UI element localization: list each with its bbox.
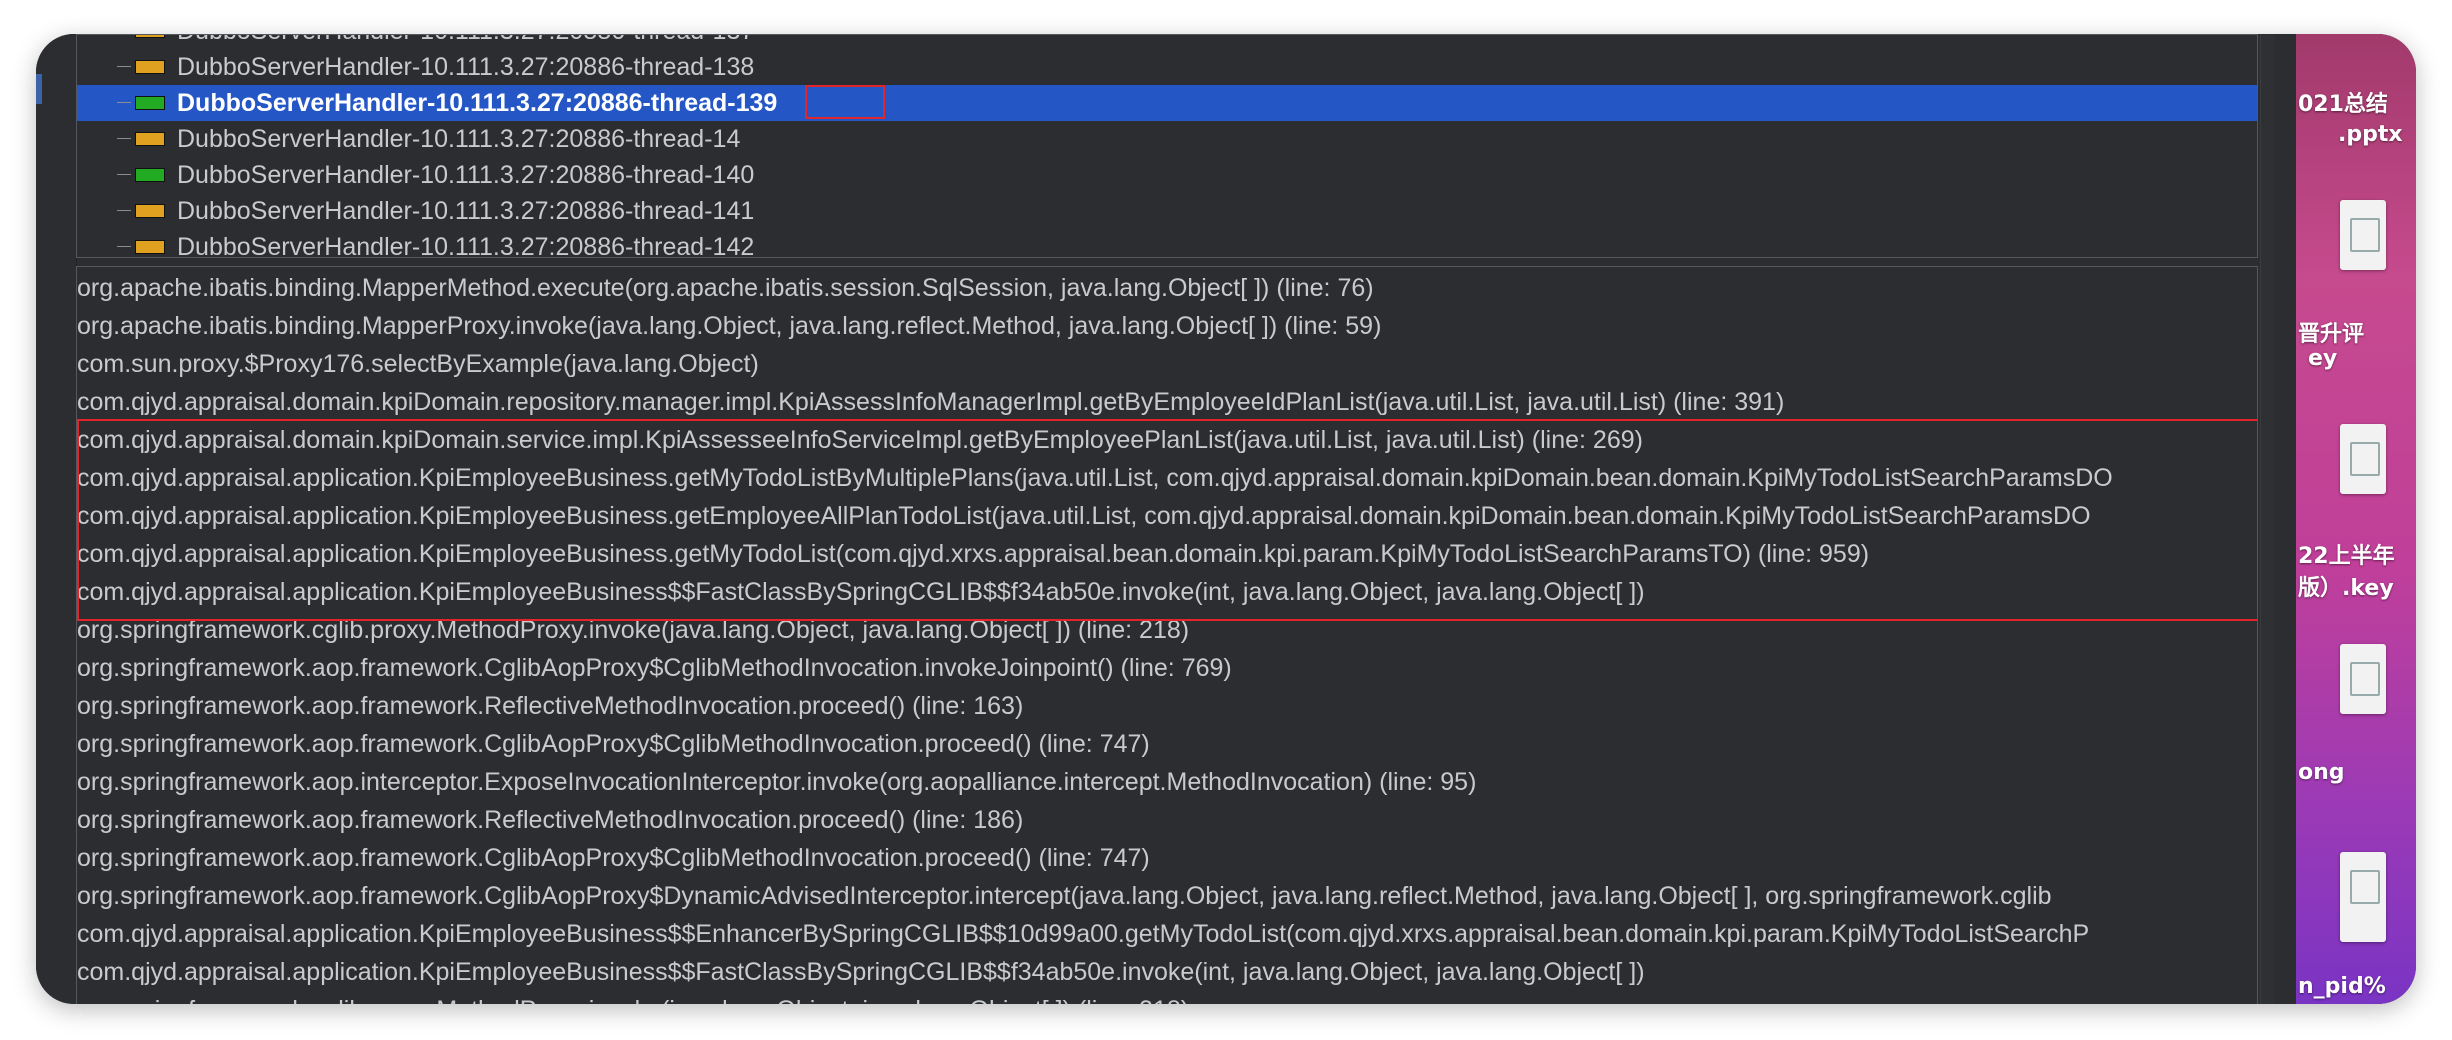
thread-name: DubboServerHandler-10.111.3.27:20886-thr…: [177, 35, 754, 49]
stack-frame[interactable]: org.springframework.aop.framework.CglibA…: [77, 725, 1150, 763]
thread-name: DubboServerHandler-10.111.3.27:20886-thr…: [177, 161, 755, 189]
desktop-file-label: 021总结: [2298, 92, 2388, 117]
document-icon[interactable]: [2340, 200, 2386, 270]
tree-connector: [117, 138, 131, 139]
stack-trace-panel[interactable]: org.apache.ibatis.binding.MapperMethod.e…: [76, 266, 2258, 1004]
stack-frame[interactable]: org.springframework.aop.framework.CglibA…: [77, 877, 2052, 915]
thread-row[interactable]: DubboServerHandler-10.111.3.27:20886-thr…: [77, 49, 2257, 85]
thread-row[interactable]: DubboServerHandler-10.111.3.27:20886-thr…: [77, 229, 2257, 258]
thread-name: DubboServerHandler-10.111.3.27:20886-thr…: [177, 197, 755, 225]
vertical-scrollbar[interactable]: [2260, 34, 2275, 1004]
thread-name: DubboServerHandler-10.111.3.27:20886-thr…: [177, 53, 755, 81]
thread-row-selected[interactable]: DubboServerHandler-10.111.3.27:20886-thr…: [77, 85, 2257, 121]
desktop-file-label: ey: [2308, 346, 2338, 371]
tree-connector: [117, 210, 131, 211]
stack-frame[interactable]: com.qjyd.appraisal.application.KpiEmploy…: [77, 915, 2089, 953]
app-window: DubboServerHandler-10.111.3.27:20886-thr…: [36, 34, 2416, 1004]
stack-frame[interactable]: org.springframework.cglib.proxy.MethodPr…: [77, 991, 1189, 1004]
thread-row[interactable]: DubboServerHandler-10.111.3.27:20886-thr…: [77, 121, 2257, 157]
thread-name: DubboServerHandler-10.111.3.27:20886-thr…: [177, 89, 778, 117]
thread-name: DubboServerHandler-10.111.3.27:20886-thr…: [177, 233, 755, 258]
desktop-file-label: .pptx: [2338, 122, 2403, 147]
thread-name: DubboServerHandler-10.111.3.27:20886-thr…: [177, 125, 741, 153]
thread-status-icon: [135, 240, 165, 254]
document-icon[interactable]: [2340, 852, 2386, 942]
document-icon[interactable]: [2340, 644, 2386, 714]
thread-status-icon: [135, 168, 165, 182]
thread-status-icon: [135, 35, 165, 38]
tree-connector: [117, 246, 131, 247]
gutter-marker: [36, 74, 42, 104]
stack-frame[interactable]: com.sun.proxy.$Proxy176.selectByExample(…: [77, 345, 759, 383]
stack-frame[interactable]: org.apache.ibatis.binding.MapperMethod.e…: [77, 269, 1374, 307]
document-icon[interactable]: [2340, 424, 2386, 494]
thread-row[interactable]: DubboServerHandler-10.111.3.27:20886-thr…: [77, 157, 2257, 193]
tree-connector: [117, 102, 131, 103]
stack-frame[interactable]: org.apache.ibatis.binding.MapperProxy.in…: [77, 307, 1381, 345]
stack-frame[interactable]: com.qjyd.appraisal.domain.kpiDomain.repo…: [77, 383, 1784, 421]
stack-frame[interactable]: org.springframework.aop.framework.Reflec…: [77, 801, 1023, 839]
thread-status-icon: [135, 132, 165, 146]
stack-frame[interactable]: org.springframework.aop.framework.Reflec…: [77, 687, 1023, 725]
desktop-file-label: 22上半年: [2298, 544, 2395, 569]
thread-row[interactable]: DubboServerHandler-10.111.3.27:20886-thr…: [77, 193, 2257, 229]
desktop-file-label: ong: [2298, 760, 2345, 785]
left-gutter: [36, 34, 77, 1004]
tree-connector: [117, 174, 131, 175]
annotation-box-business-frames: [77, 419, 2257, 621]
desktop-file-label: 晋升评: [2298, 322, 2365, 347]
annotation-box-thread-number: [805, 85, 885, 119]
stack-frame[interactable]: org.springframework.aop.framework.CglibA…: [77, 839, 1150, 877]
thread-row[interactable]: DubboServerHandler-10.111.3.27:20886-thr…: [77, 35, 2257, 49]
thread-status-icon: [135, 96, 165, 110]
stack-frame[interactable]: com.qjyd.appraisal.application.KpiEmploy…: [77, 953, 1645, 991]
desktop-file-label: 版）.key: [2298, 576, 2394, 601]
thread-status-icon: [135, 60, 165, 74]
stack-frame[interactable]: org.springframework.aop.framework.CglibA…: [77, 649, 1232, 687]
desktop-file-label: n_pid%: [2298, 974, 2386, 999]
stack-frame[interactable]: org.springframework.aop.interceptor.Expo…: [77, 763, 1476, 801]
thread-list[interactable]: DubboServerHandler-10.111.3.27:20886-thr…: [76, 34, 2258, 258]
thread-status-icon: [135, 204, 165, 218]
desktop-background: 021总结 .pptx 晋升评 ey 22上半年 版）.key ong n_pi…: [2296, 34, 2416, 1004]
tree-connector: [117, 66, 131, 67]
